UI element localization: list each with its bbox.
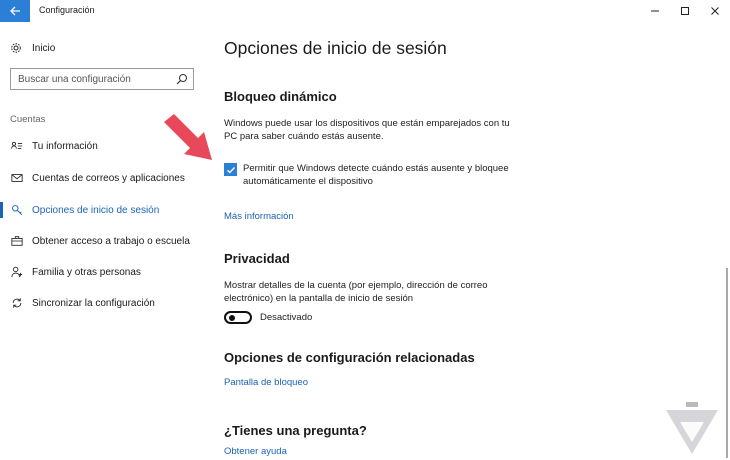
close-icon (711, 7, 719, 15)
related-settings-heading: Opciones de configuración relacionadas (224, 350, 475, 365)
minimize-icon (651, 10, 659, 12)
sidebar-item-sign-in-options[interactable]: Opciones de inicio de sesión (0, 201, 210, 219)
sync-icon (10, 296, 24, 310)
privacy-description: Mostrar detalles de la cuenta (por ejemp… (224, 280, 534, 305)
sidebar-item-label: Familia y otras personas (32, 266, 141, 278)
maximize-button[interactable] (670, 0, 700, 22)
sidebar-item-label: Cuentas de correos y aplicaciones (32, 172, 185, 184)
dynamic-lock-description: Windows puede usar los dispositivos que … (224, 118, 534, 143)
checkmark-icon (226, 166, 235, 174)
back-arrow-icon (10, 6, 20, 16)
close-button[interactable] (700, 0, 730, 22)
title-bar: Configuración (0, 0, 730, 22)
lock-screen-link[interactable]: Pantalla de bloqueo (224, 377, 308, 388)
description-line: electrónico) en la pantalla de inicio de… (224, 292, 414, 304)
privacy-toggle-label: Desactivado (260, 312, 313, 323)
mail-icon (10, 171, 24, 185)
sidebar-item-sync[interactable]: Sincronizar la configuración (0, 294, 210, 312)
toggle-knob (229, 315, 235, 321)
main-content: Opciones de inicio de sesión Bloqueo din… (224, 22, 724, 460)
search-box[interactable] (10, 68, 194, 90)
dynamic-lock-checkbox-label: Permitir que Windows detecte cuándo está… (243, 162, 543, 188)
maximize-icon (681, 7, 689, 15)
description-line: PC para saber cuándo estás ausente. (224, 130, 384, 142)
home-label: Inicio (32, 42, 56, 54)
watermark-logo-icon (666, 402, 718, 454)
back-button[interactable] (0, 0, 30, 22)
sidebar-item-label: Opciones de inicio de sesión (32, 204, 160, 216)
sidebar-item-label: Obtener acceso a trabajo o escuela (32, 235, 190, 247)
privacy-toggle-row: Desactivado (224, 311, 312, 324)
home-nav-item[interactable]: Inicio (10, 40, 55, 56)
privacy-toggle[interactable] (224, 311, 252, 324)
key-icon (10, 203, 24, 217)
checkbox-label-line: Permitir que Windows detecte cuándo está… (243, 163, 509, 174)
gear-icon (10, 42, 22, 54)
scrollbar[interactable] (726, 268, 728, 458)
dynamic-lock-checkbox-row[interactable]: Permitir que Windows detecte cuándo está… (224, 162, 543, 188)
privacy-heading: Privacidad (224, 251, 290, 266)
dynamic-lock-heading: Bloqueo dinámico (224, 89, 337, 104)
get-help-link[interactable]: Obtener ayuda (224, 446, 287, 457)
sidebar-item-family[interactable]: Familia y otras personas (0, 263, 210, 281)
section-label-accounts: Cuentas (10, 114, 46, 125)
active-indicator (0, 202, 3, 218)
sidebar-item-label: Sincronizar la configuración (32, 297, 155, 309)
window-title: Configuración (39, 5, 95, 15)
briefcase-icon (10, 234, 24, 248)
sidebar-item-label: Tu información (32, 140, 98, 152)
question-heading: ¿Tienes una pregunta? (224, 423, 367, 438)
search-icon[interactable] (176, 73, 188, 85)
sidebar: Inicio Cuentas Tu información Cuentas de… (0, 22, 210, 460)
sidebar-item-email-accounts[interactable]: Cuentas de correos y aplicaciones (0, 169, 210, 187)
person-card-icon (10, 139, 24, 153)
pointer-arrow-icon (164, 114, 212, 160)
checkbox-label-line: automáticamente el dispositivo (243, 176, 373, 187)
search-input[interactable] (11, 69, 171, 89)
more-info-link[interactable]: Más información (224, 211, 294, 222)
sidebar-item-work-school[interactable]: Obtener acceso a trabajo o escuela (0, 232, 210, 250)
description-line: Windows puede usar los dispositivos que … (224, 118, 510, 129)
person-add-icon (10, 265, 24, 279)
page-title: Opciones de inicio de sesión (224, 38, 447, 58)
description-line: Mostrar detalles de la cuenta (por ejemp… (224, 280, 488, 291)
dynamic-lock-checkbox[interactable] (224, 163, 237, 176)
minimize-button[interactable] (640, 0, 670, 22)
